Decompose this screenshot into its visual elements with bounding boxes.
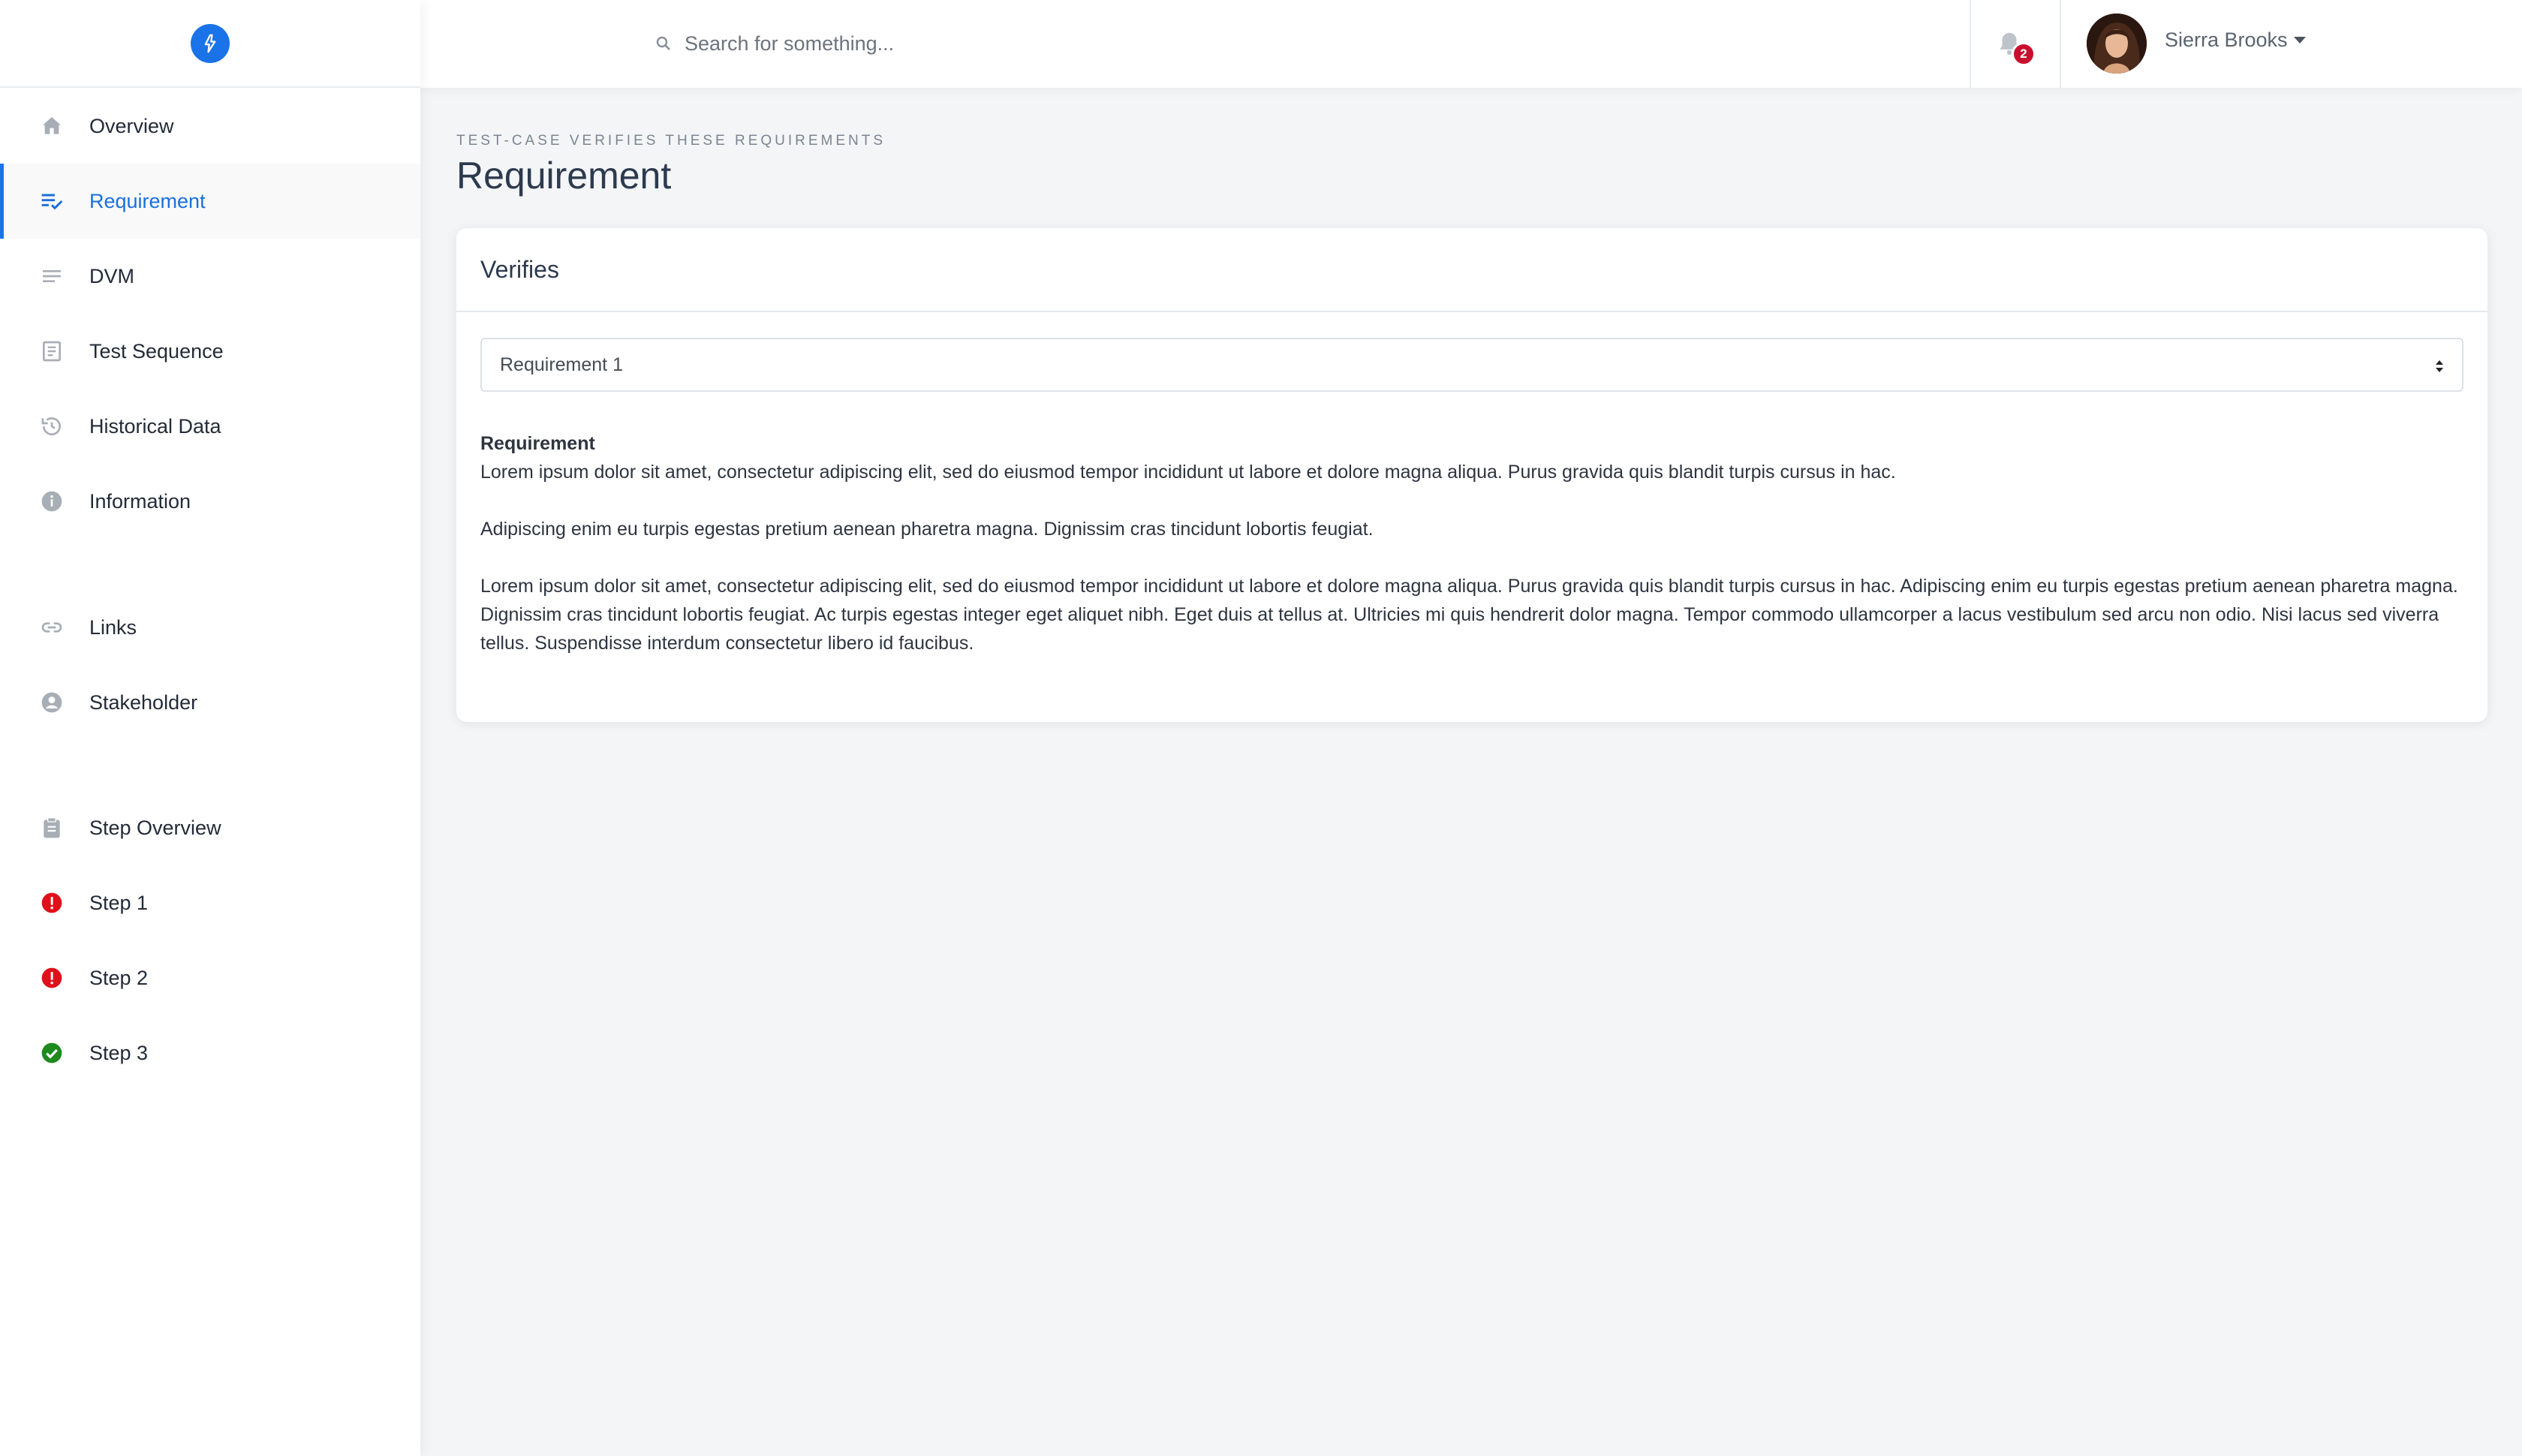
paragraph: Lorem ipsum dolor sit amet, consectetur … bbox=[480, 462, 1896, 483]
divider bbox=[1970, 0, 1971, 88]
verifies-card: Verifies Requirement 1 Requirement Lorem… bbox=[456, 228, 2487, 722]
sidebar-item-label: Step 3 bbox=[89, 1041, 149, 1064]
sidebar-item-step-overview[interactable]: Step Overview bbox=[0, 790, 420, 865]
page-title: Requirement bbox=[456, 155, 672, 197]
notification-badge: 2 bbox=[2012, 42, 2036, 66]
topbar: 2 Sierra Brooks bbox=[420, 0, 2522, 88]
page-pretitle: TEST-CASE VERIFIES THESE REQUIREMENTS bbox=[456, 133, 886, 149]
content-label: Requirement bbox=[480, 433, 595, 454]
info-icon bbox=[39, 489, 65, 514]
sidebar-item-label: Step 1 bbox=[89, 891, 149, 914]
divider bbox=[2060, 0, 2061, 88]
brand-logo-icon[interactable] bbox=[191, 23, 230, 63]
sidebar: Overview Requirement DVM Test Sequence H bbox=[0, 0, 420, 1456]
select-value: Requirement 1 bbox=[500, 353, 623, 375]
check-circle-icon bbox=[39, 1040, 65, 1066]
notifications-button[interactable]: 2 bbox=[1995, 29, 2040, 66]
search-icon bbox=[655, 35, 673, 53]
error-icon bbox=[39, 965, 65, 991]
select-arrows-icon bbox=[2433, 357, 2445, 375]
user-name: Sierra Brooks bbox=[2165, 29, 2288, 51]
link-icon bbox=[39, 615, 65, 640]
avatar[interactable] bbox=[2087, 14, 2147, 74]
sidebar-item-label: Overview bbox=[89, 114, 174, 137]
sidebar-item-overview[interactable]: Overview bbox=[0, 89, 420, 164]
sidebar-item-label: Historical Data bbox=[89, 414, 221, 438]
lines-icon bbox=[39, 263, 65, 289]
sidebar-item-label: Test Sequence bbox=[89, 339, 224, 362]
sidebar-item-label: Requirement bbox=[89, 189, 206, 212]
sidebar-item-information[interactable]: Information bbox=[0, 464, 420, 539]
user-menu-toggle[interactable]: Sierra Brooks bbox=[2165, 29, 2306, 52]
user-circle-icon bbox=[39, 690, 65, 715]
sidebar-item-requirement[interactable]: Requirement bbox=[0, 164, 420, 239]
sidebar-item-label: Step Overview bbox=[89, 816, 221, 839]
sidebar-item-label: Stakeholder bbox=[89, 690, 198, 714]
requirement-content: Requirement Lorem ipsum dolor sit amet, … bbox=[480, 429, 2462, 686]
sidebar-item-label: Links bbox=[89, 615, 137, 639]
sidebar-item-label: DVM bbox=[89, 264, 134, 287]
sidebar-item-step-3[interactable]: Step 3 bbox=[0, 1015, 420, 1090]
clipboard-icon bbox=[39, 815, 65, 841]
sidebar-item-label: Step 2 bbox=[89, 966, 149, 989]
brand[interactable] bbox=[0, 0, 420, 88]
error-icon bbox=[39, 890, 65, 916]
paragraph: Adipiscing enim eu turpis egestas pretiu… bbox=[480, 519, 1374, 540]
home-icon bbox=[39, 113, 65, 139]
search-input[interactable] bbox=[683, 27, 1208, 60]
sidebar-item-links[interactable]: Links bbox=[0, 590, 420, 665]
sidebar-item-step-2[interactable]: Step 2 bbox=[0, 940, 420, 1015]
sidebar-item-dvm[interactable]: DVM bbox=[0, 239, 420, 314]
paragraph: Lorem ipsum dolor sit amet, consectetur … bbox=[480, 576, 2458, 654]
chevron-down-icon bbox=[2293, 37, 2306, 44]
requirement-select[interactable]: Requirement 1 bbox=[480, 338, 2463, 392]
main-content: TEST-CASE VERIFIES THESE REQUIREMENTS Re… bbox=[420, 88, 2522, 1456]
list-check-icon bbox=[39, 188, 65, 214]
sidebar-item-stakeholder[interactable]: Stakeholder bbox=[0, 665, 420, 740]
sidebar-item-label: Information bbox=[89, 489, 191, 513]
sidebar-item-test-sequence[interactable]: Test Sequence bbox=[0, 314, 420, 389]
history-icon bbox=[39, 414, 65, 439]
document-icon bbox=[39, 338, 65, 364]
sidebar-item-historical-data[interactable]: Historical Data bbox=[0, 389, 420, 464]
sidebar-item-step-1[interactable]: Step 1 bbox=[0, 865, 420, 940]
card-title: Verifies bbox=[456, 228, 2487, 312]
